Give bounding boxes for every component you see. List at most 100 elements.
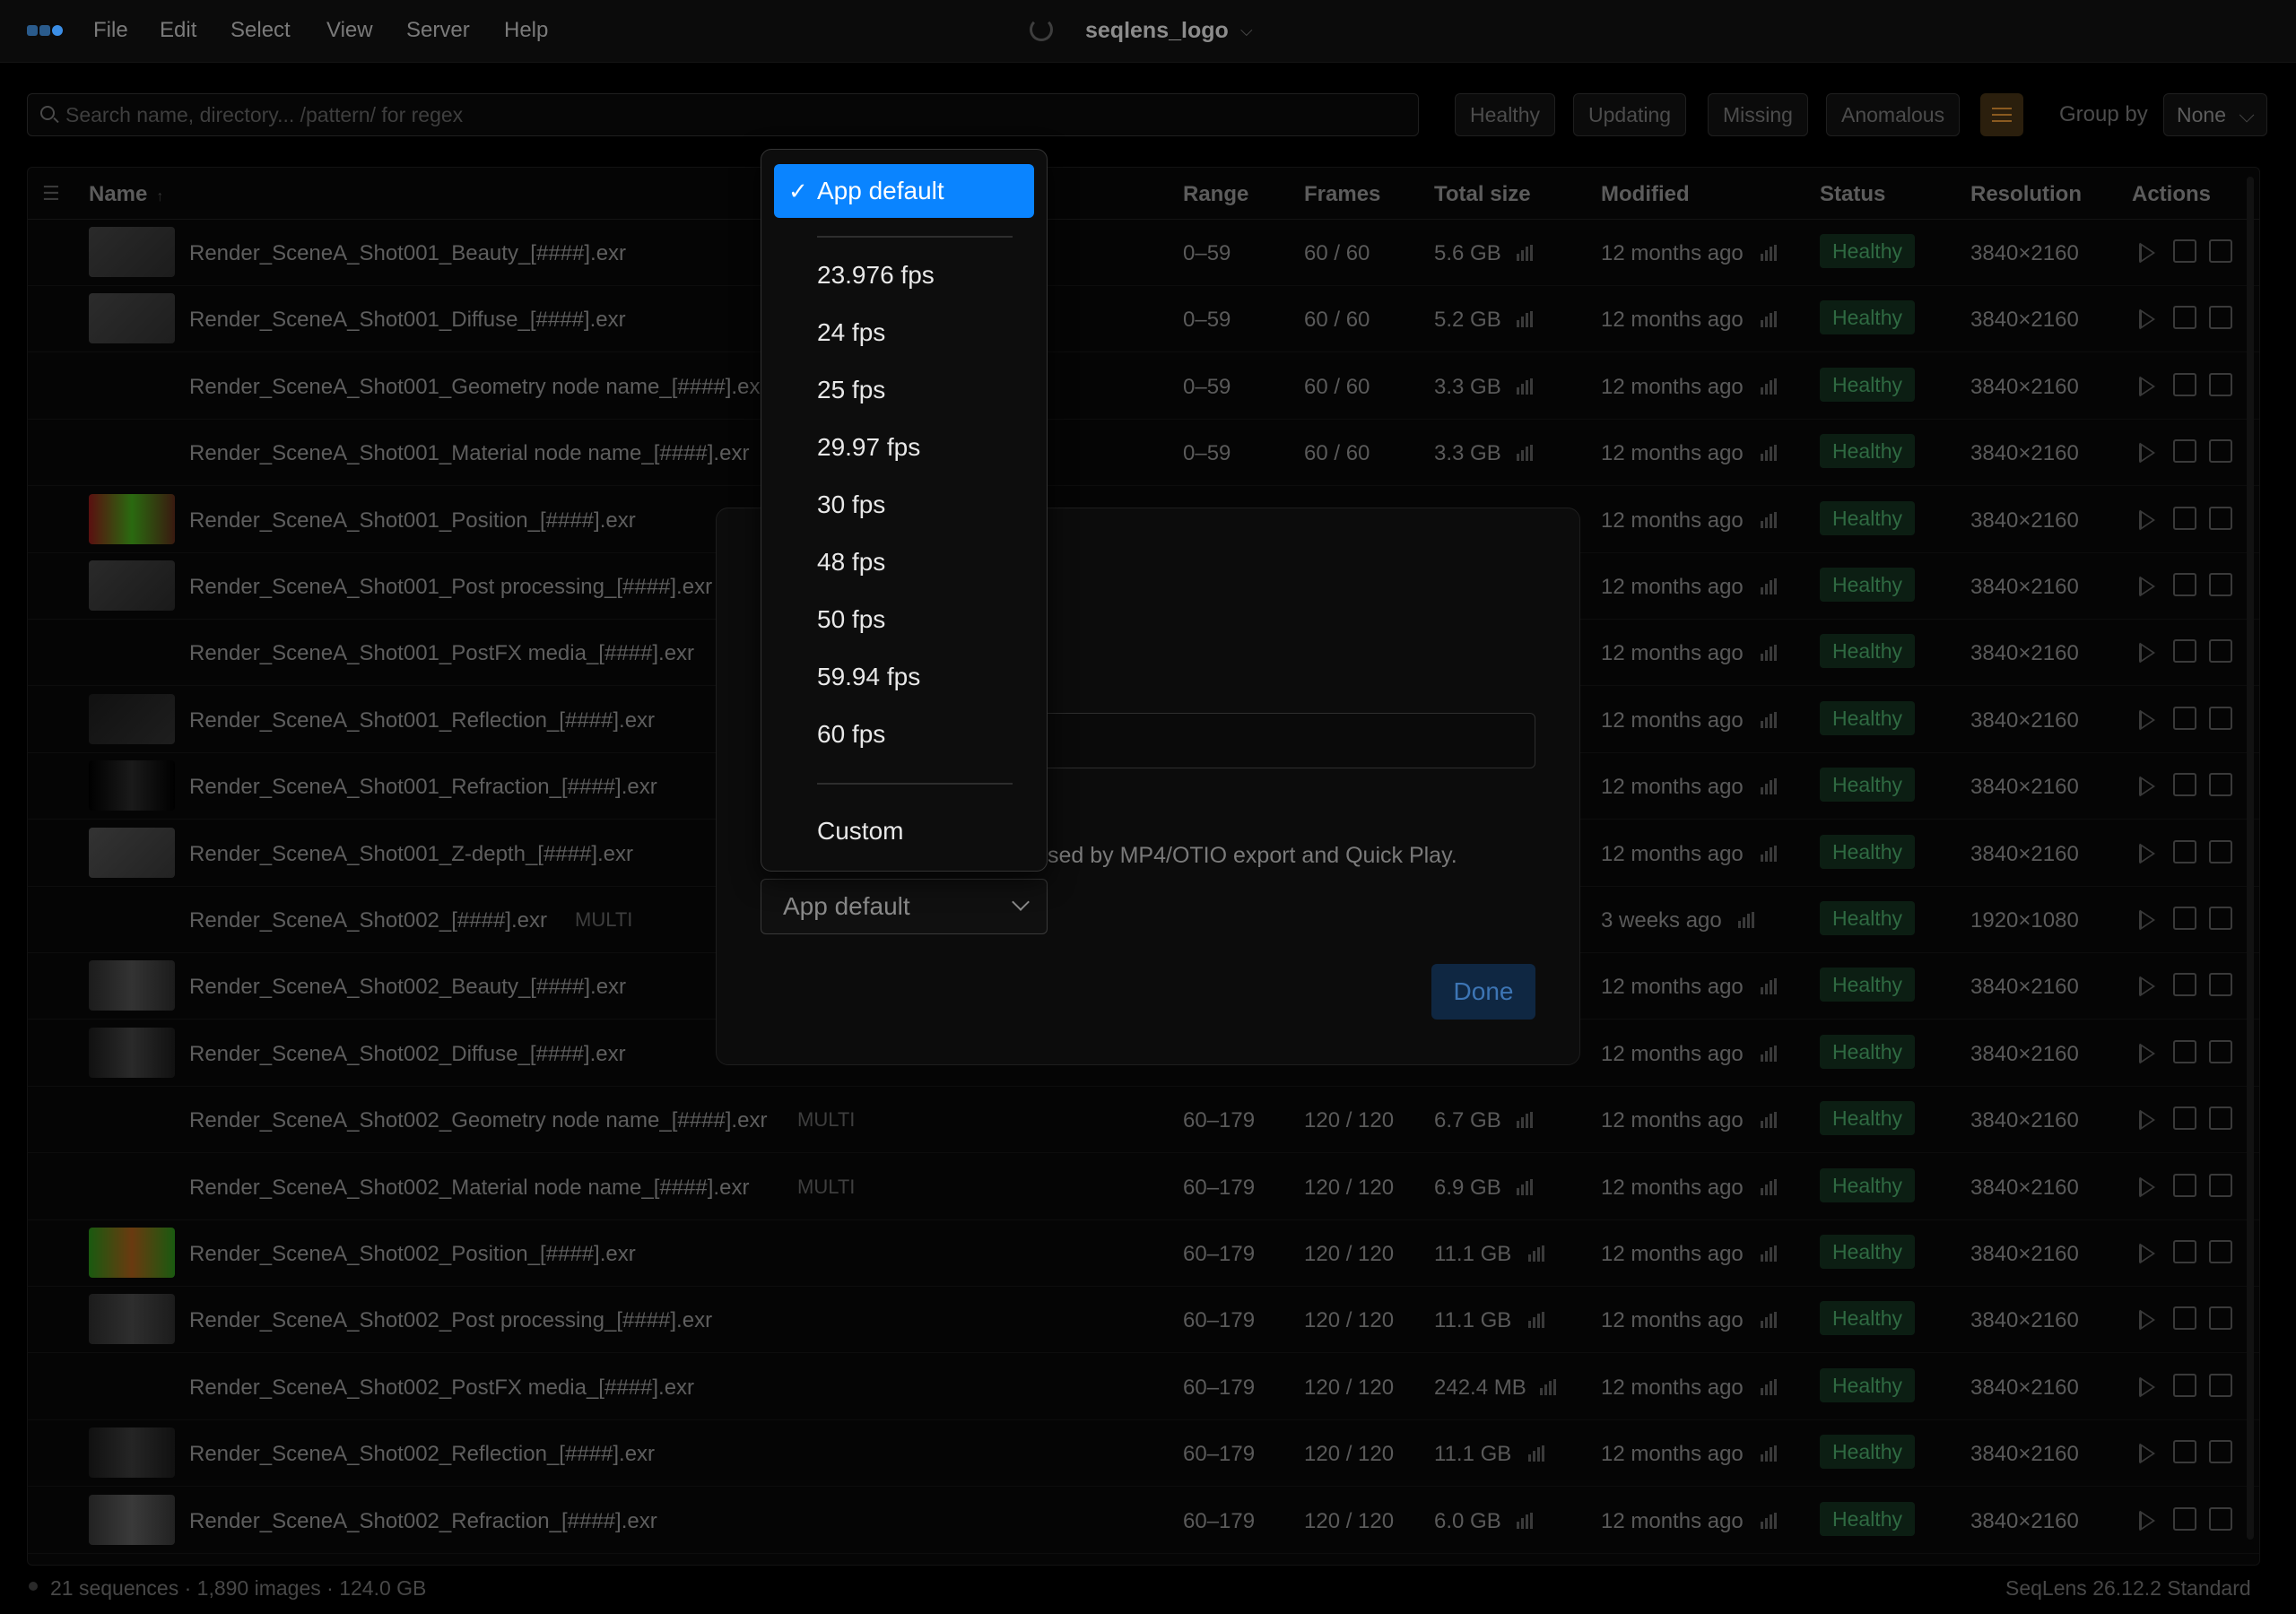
open-external-icon[interactable]: [2209, 573, 2232, 596]
image-preview-icon[interactable]: [2173, 573, 2196, 596]
open-external-icon[interactable]: [2209, 506, 2232, 530]
play-icon[interactable]: [2139, 642, 2155, 664]
image-preview-icon[interactable]: [2173, 839, 2196, 863]
open-external-icon[interactable]: [2209, 639, 2232, 664]
image-preview-icon[interactable]: [2173, 973, 2196, 997]
play-icon[interactable]: [2139, 308, 2155, 331]
fps-option[interactable]: 48 fps: [774, 535, 1034, 589]
menu-view[interactable]: View: [326, 18, 373, 43]
open-external-icon[interactable]: [2209, 239, 2232, 263]
play-icon[interactable]: [2139, 1443, 2155, 1465]
fps-option[interactable]: 30 fps: [774, 478, 1034, 532]
open-external-icon[interactable]: [2209, 1039, 2232, 1063]
column-resolution[interactable]: Resolution: [1970, 182, 2082, 207]
column-name[interactable]: Name ↑: [89, 182, 163, 207]
play-icon[interactable]: [2139, 842, 2155, 864]
filter-settings-icon[interactable]: [1980, 93, 2023, 136]
play-icon[interactable]: [2139, 1109, 2155, 1132]
sync-icon[interactable]: [1030, 18, 1053, 41]
play-icon[interactable]: [2139, 1176, 2155, 1198]
done-button[interactable]: Done: [1431, 964, 1535, 1020]
table-row[interactable]: Render_SceneA_Shot001_Diffuse_[####].exr…: [28, 286, 2259, 353]
group-by-select[interactable]: None ⌵: [2163, 93, 2267, 136]
play-icon[interactable]: [2139, 1243, 2155, 1264]
search-box[interactable]: [27, 93, 1419, 136]
play-icon[interactable]: [2139, 576, 2155, 597]
filter-missing-button[interactable]: Missing: [1708, 93, 1808, 136]
table-row[interactable]: Render_SceneA_Shot001_Material node name…: [28, 420, 2259, 487]
open-external-icon[interactable]: [2209, 839, 2232, 863]
play-icon[interactable]: [2139, 1042, 2155, 1064]
fps-select[interactable]: App default: [761, 879, 1048, 934]
fps-option-app-default[interactable]: ✓ App default: [774, 164, 1034, 218]
search-input[interactable]: [65, 94, 1402, 135]
image-preview-icon[interactable]: [2173, 306, 2196, 330]
image-preview-icon[interactable]: [2173, 506, 2196, 530]
open-external-icon[interactable]: [2209, 973, 2232, 997]
fps-option[interactable]: 29.97 fps: [774, 421, 1034, 474]
open-external-icon[interactable]: [2209, 372, 2232, 396]
open-external-icon[interactable]: [2209, 439, 2232, 464]
image-preview-icon[interactable]: [2173, 639, 2196, 664]
column-settings-icon[interactable]: ☰: [42, 182, 60, 205]
menu-edit[interactable]: Edit: [160, 18, 196, 43]
multi-badge[interactable]: MULTI: [797, 1108, 855, 1132]
fps-option[interactable]: 24 fps: [774, 306, 1034, 360]
image-preview-icon[interactable]: [2173, 1240, 2196, 1263]
dialog-text-field[interactable]: [1040, 713, 1535, 768]
table-row[interactable]: Render_SceneA_Shot002_Geometry node name…: [28, 1087, 2259, 1154]
open-external-icon[interactable]: [2209, 1506, 2232, 1531]
table-row[interactable]: Render_SceneA_Shot002_Reflection_[####].…: [28, 1420, 2259, 1488]
image-preview-icon[interactable]: [2173, 439, 2196, 464]
play-icon[interactable]: [2139, 708, 2155, 731]
filter-updating-button[interactable]: Updating: [1573, 93, 1687, 136]
menu-file[interactable]: File: [93, 18, 128, 43]
image-preview-icon[interactable]: [2173, 1106, 2196, 1131]
chevron-down-icon[interactable]: ⌵: [1240, 22, 1253, 40]
multi-badge[interactable]: MULTI: [575, 908, 632, 932]
filter-healthy-button[interactable]: Healthy: [1455, 93, 1555, 136]
fps-option[interactable]: 60 fps: [774, 707, 1034, 761]
play-icon[interactable]: [2139, 442, 2155, 464]
image-preview-icon[interactable]: [2173, 1306, 2196, 1331]
image-preview-icon[interactable]: [2173, 1440, 2196, 1464]
table-row[interactable]: Render_SceneA_Shot002_Position_[####].ex…: [28, 1220, 2259, 1287]
open-external-icon[interactable]: [2209, 1106, 2232, 1131]
column-range[interactable]: Range: [1183, 182, 1248, 207]
open-external-icon[interactable]: [2209, 1306, 2232, 1331]
menu-select[interactable]: Select: [230, 18, 291, 43]
play-icon[interactable]: [2139, 776, 2155, 798]
open-external-icon[interactable]: [2209, 306, 2232, 330]
table-row[interactable]: Render_SceneA_Shot002_PostFX media_[####…: [28, 1354, 2259, 1420]
image-preview-icon[interactable]: [2173, 239, 2196, 263]
filter-anomalous-button[interactable]: Anomalous: [1826, 93, 1961, 136]
multi-badge[interactable]: MULTI: [797, 1176, 855, 1199]
column-modified[interactable]: Modified: [1601, 182, 1690, 207]
open-external-icon[interactable]: [2209, 1173, 2232, 1197]
fps-option[interactable]: 25 fps: [774, 363, 1034, 417]
table-row[interactable]: Render_SceneA_Shot002_Material node name…: [28, 1154, 2259, 1220]
fps-option[interactable]: 59.94 fps: [774, 650, 1034, 704]
window-title[interactable]: seqlens_logo: [1085, 18, 1229, 44]
fps-option[interactable]: 23.976 fps: [774, 248, 1034, 302]
open-external-icon[interactable]: [2209, 1373, 2232, 1397]
open-external-icon[interactable]: [2209, 773, 2232, 797]
table-row[interactable]: Render_SceneA_Shot001_Beauty_[####].exr 0…: [28, 220, 2259, 286]
fps-option[interactable]: 50 fps: [774, 593, 1034, 646]
open-external-icon[interactable]: [2209, 1440, 2232, 1464]
image-preview-icon[interactable]: [2173, 1506, 2196, 1531]
image-preview-icon[interactable]: [2173, 1039, 2196, 1063]
play-icon[interactable]: [2139, 508, 2155, 531]
play-icon[interactable]: [2139, 375, 2155, 397]
column-frames[interactable]: Frames: [1304, 182, 1380, 207]
fps-option-custom[interactable]: Custom: [774, 804, 1034, 858]
open-external-icon[interactable]: [2209, 706, 2232, 730]
open-external-icon[interactable]: [2209, 907, 2232, 930]
column-status[interactable]: Status: [1820, 182, 1885, 207]
menu-server[interactable]: Server: [406, 18, 470, 43]
image-preview-icon[interactable]: [2173, 1373, 2196, 1397]
open-external-icon[interactable]: [2209, 1240, 2232, 1263]
play-icon[interactable]: [2139, 1509, 2155, 1532]
table-row[interactable]: Render_SceneA_Shot002_Post processing_[#…: [28, 1287, 2259, 1354]
play-icon[interactable]: [2139, 1309, 2155, 1332]
